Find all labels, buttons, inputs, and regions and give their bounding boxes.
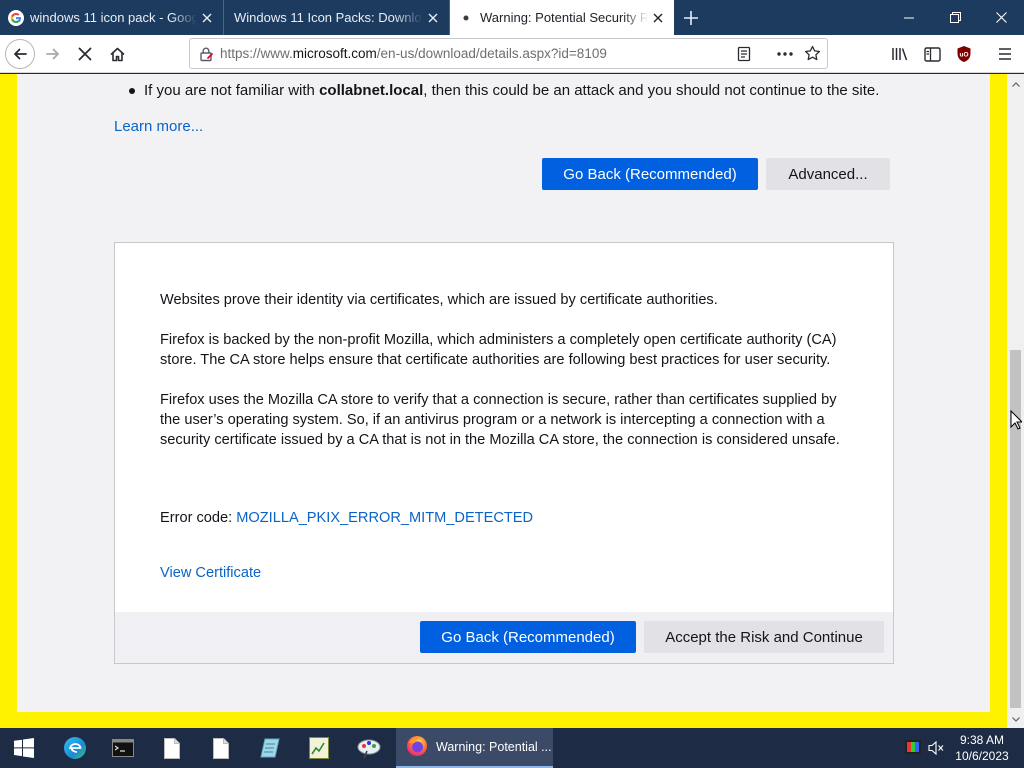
close-window-button[interactable] <box>978 0 1024 35</box>
explanation-paragraph: Firefox is backed by the non-profit Mozi… <box>160 332 837 368</box>
reader-view-icon[interactable] <box>736 46 752 67</box>
paint-icon[interactable] <box>345 728 393 768</box>
taskbar-firefox-window[interactable]: Warning: Potential ... <box>396 728 553 768</box>
explanation-paragraph: Firefox uses the Mozilla CA store to ver… <box>160 392 840 448</box>
tab-title: Windows 11 Icon Packs: Download <box>234 10 423 25</box>
address-bar[interactable]: https://www.microsoft.com/en-us/download… <box>189 38 828 69</box>
tab-title: windows 11 icon pack - Google Search <box>30 10 197 25</box>
forward-button[interactable] <box>37 38 69 70</box>
stop-loading-button[interactable] <box>69 38 101 70</box>
go-back-button[interactable]: Go Back (Recommended) <box>542 158 758 190</box>
warning-bullet: If you are not familiar with collabnet.l… <box>129 82 889 99</box>
advanced-button[interactable]: Advanced... <box>766 158 890 190</box>
windows-taskbar: Warning: Potential ... 9:38 AM 10/6/2023 <box>0 728 1024 768</box>
dot-icon <box>458 10 474 26</box>
close-tab-icon[interactable] <box>423 8 443 28</box>
error-code-line: Error code: MOZILLA_PKIX_ERROR_MITM_DETE… <box>160 510 533 526</box>
close-tab-icon[interactable] <box>648 8 668 28</box>
warning-border-left <box>0 74 17 728</box>
navigation-toolbar: https://www.microsoft.com/en-us/download… <box>0 35 1024 73</box>
advanced-panel-footer: Go Back (Recommended) Accept the Risk an… <box>115 612 893 663</box>
start-button[interactable] <box>0 728 48 768</box>
scroll-up-arrow-icon[interactable] <box>1007 76 1024 92</box>
tab-security-warning[interactable]: Warning: Potential Security Risk Ahead <box>450 0 674 35</box>
page-content: If you are not familiar with collabnet.l… <box>0 74 1024 728</box>
clock-time: 9:38 AM <box>959 733 1005 747</box>
taskbar-window-title: Warning: Potential ... <box>436 740 552 754</box>
color-tray-icon[interactable] <box>905 740 921 759</box>
document-icon[interactable] <box>148 728 196 768</box>
view-certificate-link[interactable]: View Certificate <box>160 565 261 581</box>
site-host: collabnet.local <box>319 82 424 99</box>
terminal-icon[interactable] <box>99 728 147 768</box>
learn-more-link[interactable]: Learn more... <box>114 118 203 135</box>
notepad-icon[interactable] <box>246 728 294 768</box>
document-icon[interactable] <box>197 728 245 768</box>
close-tab-icon[interactable] <box>197 8 217 28</box>
error-code-label: Error code: <box>160 510 237 526</box>
spreadsheet-icon[interactable] <box>295 728 343 768</box>
firefox-icon <box>406 735 428 760</box>
vertical-scrollbar[interactable] <box>1007 74 1024 728</box>
library-button[interactable] <box>884 38 916 70</box>
clock-date: 10/6/2023 <box>955 749 1009 763</box>
back-button[interactable] <box>5 39 35 69</box>
svg-text:uO: uO <box>959 52 968 59</box>
explanation-paragraph: Websites prove their identity via certif… <box>160 292 718 308</box>
advanced-panel: Websites prove their identity via certif… <box>114 242 894 664</box>
warning-border-bottom <box>0 712 1007 728</box>
sidebar-toggle-button[interactable] <box>916 38 948 70</box>
bullet-text: If you are not familiar with collabnet.l… <box>144 82 880 99</box>
bookmark-star-icon[interactable] <box>804 45 821 67</box>
advanced-explanation: Websites prove their identity via certif… <box>160 290 860 470</box>
error-code-link[interactable]: MOZILLA_PKIX_ERROR_MITM_DETECTED <box>236 510 533 526</box>
volume-muted-icon[interactable] <box>928 740 944 760</box>
home-button[interactable] <box>101 38 133 70</box>
app-menu-button[interactable] <box>989 38 1021 70</box>
google-g-icon <box>8 9 24 26</box>
minimize-button[interactable] <box>886 0 932 35</box>
go-back-button-secondary[interactable]: Go Back (Recommended) <box>420 621 636 653</box>
page-actions-icon[interactable] <box>776 46 794 67</box>
edge-browser-icon[interactable] <box>51 728 99 768</box>
new-tab-button[interactable] <box>674 0 708 35</box>
warning-border-right <box>990 74 1007 728</box>
tab-icon-packs[interactable]: Windows 11 Icon Packs: Download <box>224 0 450 35</box>
scroll-thumb[interactable] <box>1010 350 1021 708</box>
tab-google-search[interactable]: windows 11 icon pack - Google Search <box>0 0 224 35</box>
accept-risk-button[interactable]: Accept the Risk and Continue <box>644 621 884 653</box>
url-text: https://www.microsoft.com/en-us/download… <box>220 46 607 61</box>
restore-button[interactable] <box>932 0 978 35</box>
bullet-dot <box>129 87 135 94</box>
tab-strip: windows 11 icon pack - Google Search Win… <box>0 0 1024 35</box>
tab-title: Warning: Potential Security Risk Ahead <box>480 10 648 25</box>
ublock-origin-icon[interactable]: uO <box>948 38 980 70</box>
insecure-lock-icon[interactable] <box>198 46 214 67</box>
system-clock[interactable]: 9:38 AM 10/6/2023 <box>950 732 1014 764</box>
scroll-down-arrow-icon[interactable] <box>1007 711 1024 727</box>
mouse-cursor-icon <box>1010 409 1024 435</box>
